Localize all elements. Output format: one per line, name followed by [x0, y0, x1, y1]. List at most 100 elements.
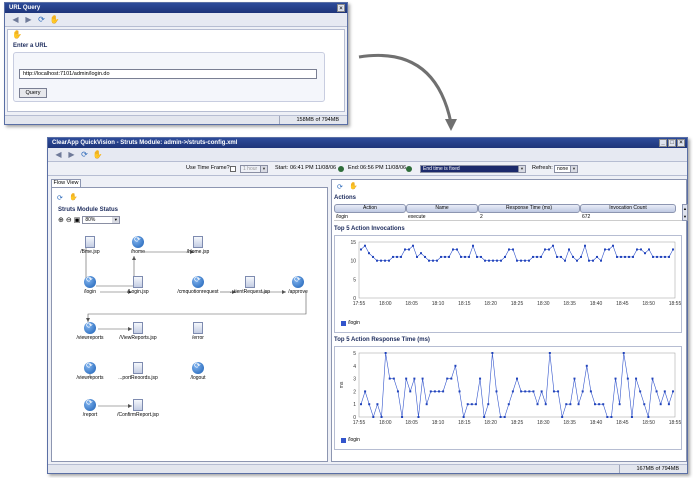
flow-node-home[interactable]: /home	[108, 235, 168, 255]
actions-table-header: Action Name Response Time (ms) Invocatio…	[334, 204, 682, 213]
data-point	[572, 255, 574, 258]
close-icon[interactable]: ×	[337, 4, 345, 12]
node-label: /error	[192, 335, 204, 341]
data-point	[388, 259, 390, 262]
memory-status: 158MB of 794MB	[279, 116, 339, 124]
flow-node-cmquotionrequest[interactable]: /cmquotionrequest	[168, 275, 228, 295]
hand-icon[interactable]: ✋	[349, 182, 358, 190]
action-icon	[84, 398, 96, 411]
flow-node-home-jsp[interactable]: /Home.jsp	[168, 236, 228, 255]
data-point	[616, 255, 618, 258]
data-point	[428, 259, 430, 262]
end-mode-select[interactable]: End time is fixed ▼	[420, 164, 526, 173]
data-point	[636, 248, 638, 251]
quickvision-titlebar: ClearApp QuickVision - Struts Module: ad…	[48, 138, 687, 148]
chevron-down-icon: ▼	[570, 165, 577, 172]
x-tick-label: 18:25	[511, 301, 524, 307]
cell-action: /login	[336, 214, 348, 220]
data-point	[672, 248, 674, 251]
flow-node-confirmreport-jsp[interactable]: /ConfirmReport.jsp	[108, 399, 168, 418]
close-icon[interactable]: ×	[677, 139, 685, 147]
x-tick-label: 18:40	[590, 420, 603, 426]
clock-icon[interactable]	[406, 166, 412, 172]
table-scrollbar[interactable]: ▲ ▼	[682, 204, 688, 221]
table-row[interactable]: /login execute 2 672	[334, 213, 682, 221]
data-point	[412, 244, 414, 247]
flow-node-logout[interactable]: /logout	[168, 361, 228, 381]
forward-icon[interactable]: ▶	[67, 150, 76, 159]
data-point	[401, 416, 404, 418]
data-point	[564, 259, 566, 262]
data-point	[552, 390, 555, 393]
data-point	[632, 255, 634, 258]
data-point	[442, 390, 445, 393]
flow-node-reports-jsp[interactable]: ...portReoords.jsp	[108, 362, 168, 381]
end-label: End:	[348, 165, 360, 171]
column-header-name[interactable]: Name	[406, 204, 478, 213]
hand-icon[interactable]: ✋	[93, 150, 103, 159]
invocations-legend: /login	[341, 320, 360, 326]
data-point	[600, 259, 602, 262]
node-label: ...tientRequest.jsp	[229, 289, 271, 295]
data-point	[626, 377, 629, 380]
minimize-icon[interactable]: _	[659, 139, 667, 147]
action-icon	[192, 361, 204, 374]
time-frame-select[interactable]: 1 hour ▼	[240, 164, 268, 173]
series-line	[360, 244, 674, 262]
data-point	[458, 390, 461, 393]
back-icon[interactable]: ◀	[11, 15, 20, 24]
refresh-select[interactable]: none ▼	[554, 164, 578, 173]
data-point	[405, 377, 408, 380]
flow-node-approve[interactable]: /approve	[268, 275, 328, 295]
node-label: /report	[82, 412, 98, 418]
data-point	[404, 248, 406, 251]
refresh-icon[interactable]: ⟳	[37, 15, 46, 24]
data-point	[380, 259, 382, 262]
hand-icon[interactable]: ✋	[12, 30, 22, 39]
flow-node-login-jsp[interactable]: /Login.jsp	[108, 276, 168, 295]
page-icon	[85, 236, 95, 248]
invocations-chart: 0 5 10 15 17:55 18:00 18:05 18:10 18:15 18:20 18:2…	[334, 235, 682, 333]
url-input[interactable]: http://localhost:7101/admin/login.do	[19, 69, 317, 79]
refresh-icon[interactable]: ⟳	[337, 183, 343, 191]
x-tick-label: 18:40	[590, 301, 603, 307]
x-tick-label: 18:00	[379, 420, 392, 426]
forward-icon[interactable]: ▶	[24, 15, 33, 24]
x-tick-label: 18:35	[563, 301, 576, 307]
column-header-invocation-count[interactable]: Invocation Count	[580, 204, 676, 213]
legend-swatch	[341, 437, 346, 443]
data-point	[480, 255, 482, 258]
refresh-label: Refresh:	[532, 165, 553, 171]
back-icon[interactable]: ◀	[54, 150, 63, 159]
column-header-response-time[interactable]: Response Time (ms)	[478, 204, 580, 213]
column-header-action[interactable]: Action	[334, 204, 406, 213]
data-point	[561, 416, 564, 418]
transition-arrow-icon	[358, 54, 457, 131]
data-point	[516, 259, 518, 262]
flow-node-viewreports-jsp[interactable]: /ViewReports.jsp	[108, 322, 168, 341]
data-point	[464, 255, 466, 258]
response-chart-svg: 012345ms17:55 18:00 18:05 18:10 18:15 18:20 18…	[339, 351, 681, 426]
flow-node-error[interactable]: /error	[168, 322, 228, 341]
clock-icon[interactable]	[338, 166, 344, 172]
x-tick-label: 18:05	[405, 301, 418, 307]
data-point	[640, 248, 642, 251]
data-point	[672, 390, 674, 393]
data-point	[487, 403, 490, 406]
maximize-icon[interactable]: □	[668, 139, 676, 147]
data-point	[372, 255, 374, 258]
data-point	[624, 255, 626, 258]
data-point	[667, 403, 670, 406]
data-point	[594, 403, 596, 406]
use-time-frame-checkbox[interactable]	[230, 166, 236, 172]
query-button[interactable]: Query	[19, 88, 47, 98]
data-point	[429, 390, 432, 393]
action-icon	[84, 361, 96, 374]
data-point	[440, 255, 442, 258]
y-tick-label: 4	[353, 364, 356, 370]
tab-flow-view[interactable]: Flow View	[51, 179, 81, 187]
data-point	[660, 255, 662, 258]
refresh-icon[interactable]: ⟳	[80, 150, 89, 159]
data-point	[556, 255, 558, 258]
hand-icon[interactable]: ✋	[50, 15, 60, 24]
